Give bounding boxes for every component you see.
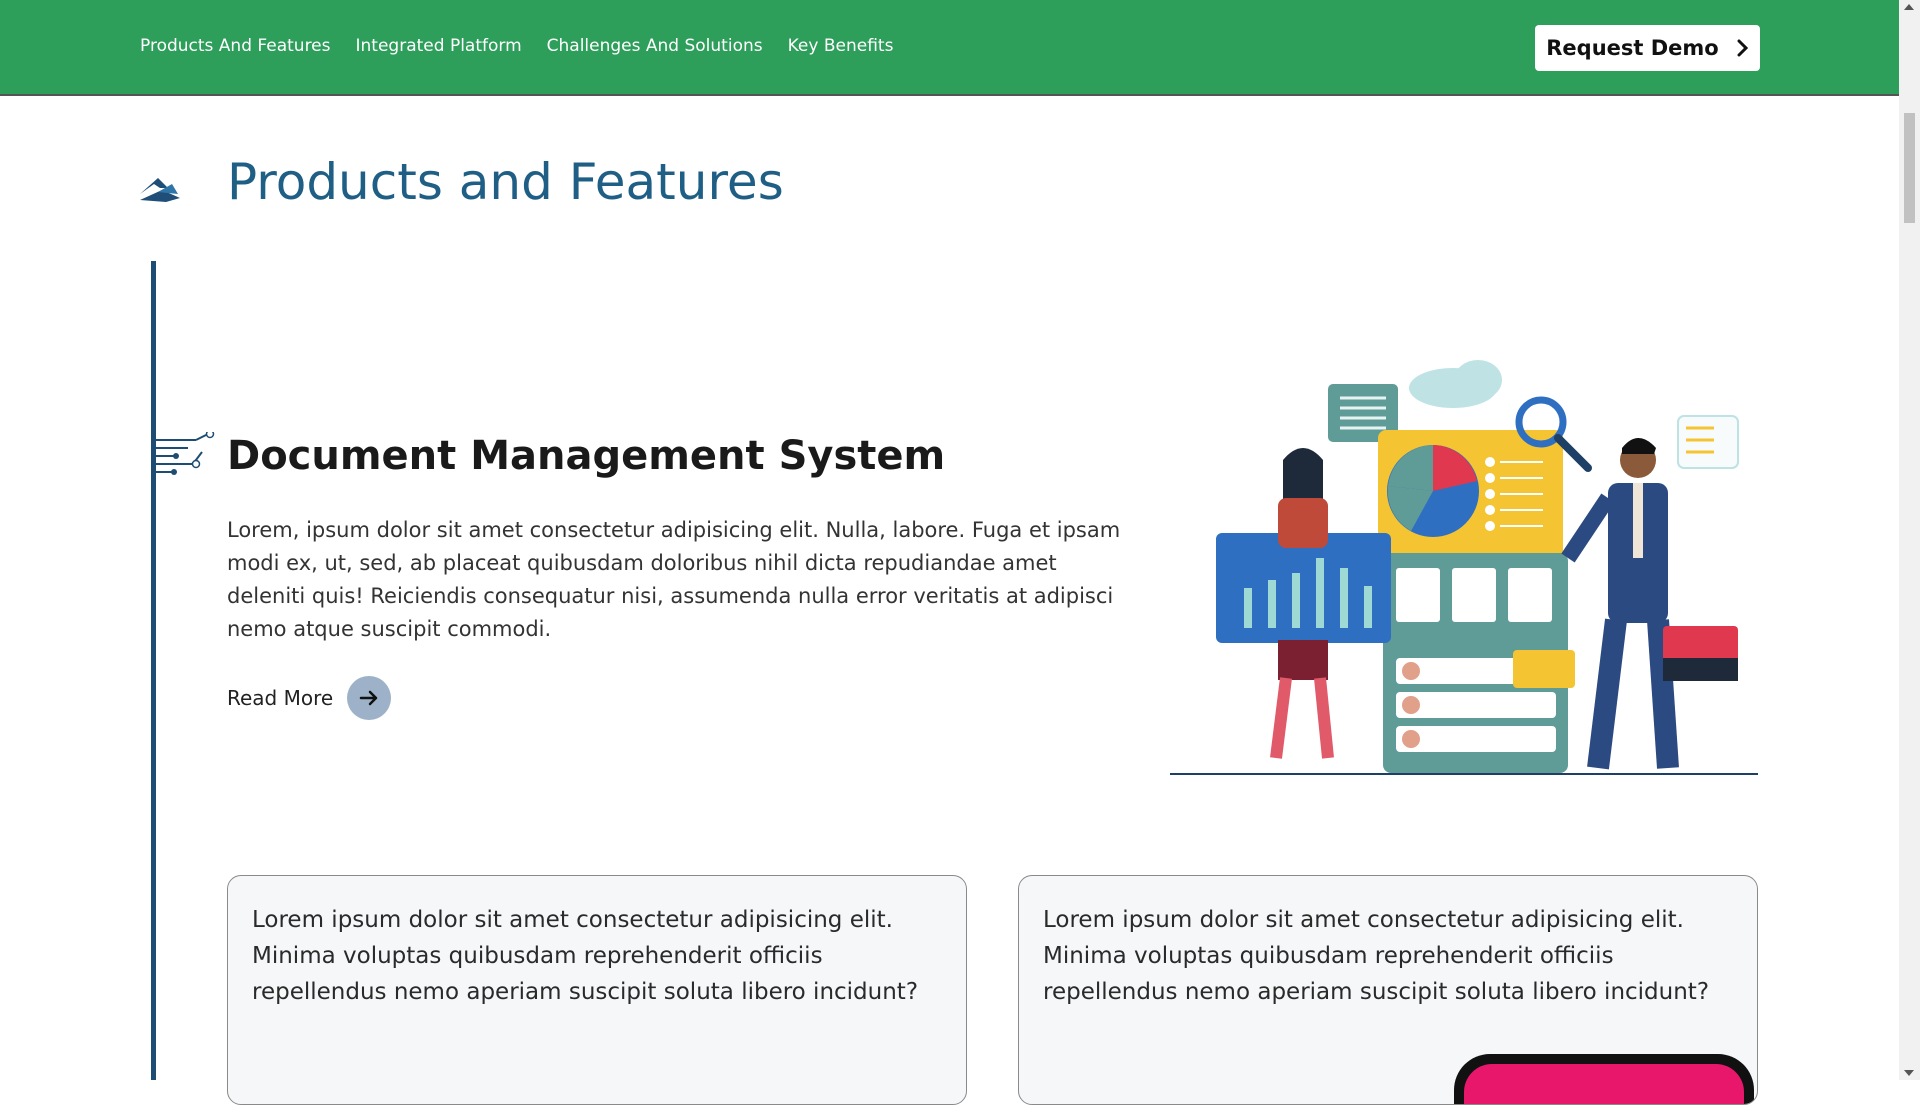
feature-description: Lorem, ipsum dolor sit amet consectetur … bbox=[227, 518, 1121, 641]
feature-card-2[interactable]: Lorem ipsum dolor sit amet consectetur a… bbox=[1018, 875, 1758, 1105]
phone-screen bbox=[1464, 1064, 1744, 1104]
nav-links: Products And Features Integrated Platfor… bbox=[140, 36, 893, 56]
read-more-label: Read More bbox=[227, 686, 334, 710]
scroll-up-icon[interactable] bbox=[1904, 4, 1914, 10]
logo-mark-icon bbox=[140, 178, 180, 202]
top-navbar: Products And Features Integrated Platfor… bbox=[0, 0, 1899, 96]
request-demo-button[interactable]: Request Demo bbox=[1535, 25, 1760, 71]
request-demo-label: Request Demo bbox=[1546, 36, 1719, 60]
nav-link-key-benefits[interactable]: Key Benefits bbox=[788, 36, 894, 56]
arrow-right-icon bbox=[359, 690, 378, 706]
read-more-link[interactable]: Read More bbox=[227, 676, 392, 720]
card-text: Lorem ipsum dolor sit amet consectetur a… bbox=[252, 907, 919, 1005]
scroll-down-icon[interactable] bbox=[1904, 1070, 1914, 1076]
chevron-right-icon bbox=[1737, 39, 1748, 57]
nav-link-challenges[interactable]: Challenges And Solutions bbox=[547, 36, 763, 56]
nav-link-integrated-platform[interactable]: Integrated Platform bbox=[356, 36, 522, 56]
feature-card-1[interactable]: Lorem ipsum dolor sit amet consectetur a… bbox=[227, 875, 967, 1105]
read-more-arrow-button[interactable] bbox=[347, 676, 392, 720]
feature-title: Document Management System bbox=[227, 433, 946, 479]
card-text: Lorem ipsum dolor sit amet consectetur a… bbox=[1043, 907, 1710, 1005]
scrollbar-thumb[interactable] bbox=[1904, 113, 1915, 223]
nav-link-products[interactable]: Products And Features bbox=[140, 36, 331, 56]
timeline-bar bbox=[151, 261, 156, 1080]
page-scrollbar[interactable] bbox=[1899, 0, 1920, 1080]
dashboard-illustration bbox=[1170, 360, 1758, 775]
section-title: Products and Features bbox=[227, 153, 784, 211]
circuit-icon bbox=[156, 432, 215, 475]
